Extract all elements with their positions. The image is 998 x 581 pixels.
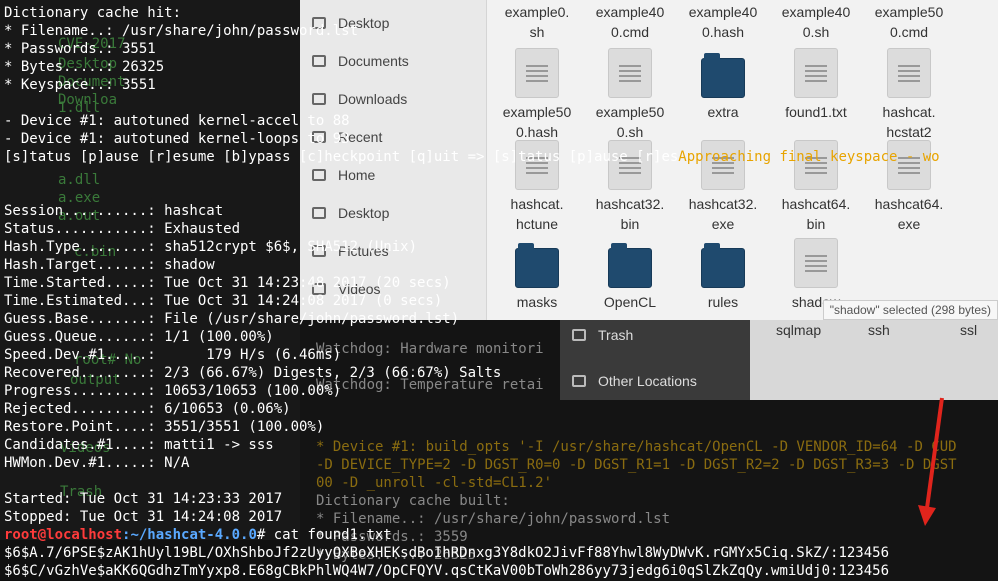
arrow-head bbox=[918, 505, 936, 526]
arrow-shaft bbox=[925, 397, 944, 509]
red-arrow-annotation bbox=[918, 397, 944, 526]
